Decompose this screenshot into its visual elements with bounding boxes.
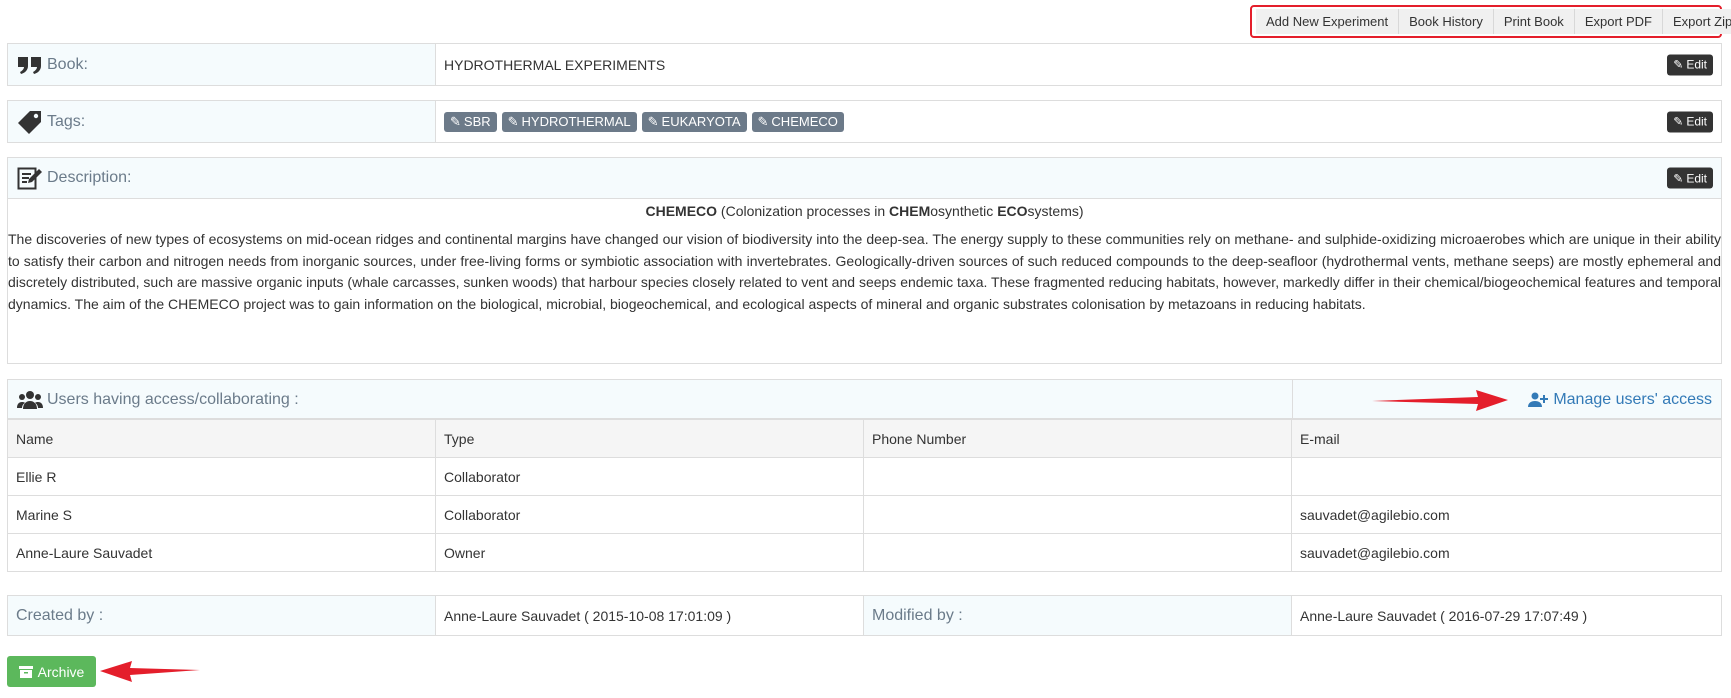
user-phone — [863, 495, 1292, 534]
user-name: Ellie R — [7, 457, 436, 496]
archive-label: Archive — [37, 663, 85, 680]
user-plus-icon — [1528, 392, 1549, 407]
tag-eukaryota[interactable]: ✎ EUKARYOTA — [641, 111, 747, 132]
tag-chemeco[interactable]: ✎ CHEMECO — [751, 111, 844, 132]
modified-by-value: Anne-Laure Sauvadet ( 2016-07-29 17:07:4… — [1300, 607, 1588, 624]
title-part: osynthetic — [930, 203, 998, 219]
tag-label: CHEMECO — [771, 114, 838, 129]
user-type: Owner — [435, 533, 864, 572]
manage-users-access-label: Manage users' access — [1553, 391, 1712, 408]
tag-icon-small: ✎ — [450, 113, 461, 129]
column-header-type: Type — [435, 419, 864, 458]
edit-book-label: Edit — [1686, 57, 1707, 72]
users-header-divider — [1292, 380, 1293, 418]
description-panel: Description: ✎ Edit CHEMECO (Colonizatio… — [7, 157, 1722, 364]
tags-value-cell: ✎ SBR ✎ HYDROTHERMAL ✎ EUKARYOTA ✎ CHEMECO ✎… — [436, 101, 1721, 142]
archive-icon — [18, 665, 33, 678]
user-email — [1291, 457, 1722, 496]
tag-label: EUKARYOTA — [661, 114, 741, 129]
title-part: ECO — [997, 203, 1028, 219]
tag-label: SBR — [463, 114, 491, 129]
title-part: systems) — [1027, 203, 1084, 219]
table-row: Ellie R Collaborator — [7, 457, 1722, 496]
title-part: CHEMECO — [645, 203, 718, 219]
column-header-email: E-mail — [1291, 419, 1722, 458]
manage-users-access-link[interactable]: Manage users' access — [1528, 380, 1712, 420]
description-body: CHEMECO (Colonization processes in CHEMo… — [8, 199, 1721, 363]
export-zip-button[interactable]: Export Zip — [1663, 9, 1731, 34]
red-arrow-annotation — [100, 661, 200, 682]
column-header-phone: Phone Number — [863, 419, 1292, 458]
title-part: CHEM — [889, 203, 931, 219]
created-by-label: Created by : — [8, 596, 436, 635]
tags-label-cell: Tags: — [8, 101, 436, 142]
user-phone — [863, 533, 1292, 572]
user-name: Anne-Laure Sauvadet — [7, 533, 436, 572]
book-title: HYDROTHERMAL EXPERIMENTS — [444, 56, 666, 73]
tag-icon-small: ✎ — [647, 113, 659, 129]
tag-icon-small: ✎ — [757, 113, 769, 129]
export-pdf-button[interactable]: Export PDF — [1574, 9, 1663, 34]
description-header: Description: ✎ Edit — [8, 158, 1721, 199]
users-label-wrap: Users having access/collaborating : — [17, 380, 299, 420]
pencil-icon: ✎ — [1673, 57, 1684, 72]
book-row: Book: HYDROTHERMAL EXPERIMENTS ✎ Edit — [7, 43, 1722, 86]
book-label-cell: Book: — [8, 44, 436, 85]
book-value-cell: HYDROTHERMAL EXPERIMENTS ✎ Edit — [436, 44, 1721, 85]
user-phone — [863, 457, 1292, 496]
tag-icon-small: ✎ — [507, 113, 519, 129]
users-label: Users having access/collaborating : — [47, 391, 299, 408]
print-book-button[interactable]: Print Book — [1493, 9, 1575, 34]
tag-label: HYDROTHERMAL — [521, 114, 631, 129]
edit-document-icon — [17, 167, 42, 190]
column-header-name: Name — [7, 419, 436, 458]
pencil-icon: ✎ — [1673, 171, 1684, 185]
title-part: (Colonization processes in — [717, 203, 890, 219]
table-row: Marine S Collaborator sauvadet@agilebio.… — [7, 495, 1722, 534]
red-arrow-annotation — [1372, 390, 1508, 411]
edit-tags-label: Edit — [1686, 114, 1707, 129]
user-type: Collaborator — [435, 457, 864, 496]
archive-button[interactable]: Archive — [7, 656, 96, 687]
description-label: Description: — [47, 169, 132, 186]
edit-book-button[interactable]: ✎ Edit — [1667, 54, 1713, 75]
table-header-row: Name Type Phone Number E-mail — [7, 419, 1722, 458]
tags-row: Tags: ✎ SBR ✎ HYDROTHERMAL ✎ EUKARYOTA ✎ CHE… — [7, 100, 1722, 143]
created-by-value: Anne-Laure Sauvadet ( 2015-10-08 17:01:0… — [436, 596, 864, 635]
users-table: Name Type Phone Number E-mail Ellie R Co… — [7, 419, 1722, 572]
tag-sbr[interactable]: ✎ SBR — [444, 111, 497, 132]
users-icon — [17, 391, 43, 409]
edit-tags-button[interactable]: ✎ Edit — [1667, 111, 1713, 132]
book-history-button[interactable]: Book History — [1399, 9, 1494, 34]
user-type: Collaborator — [435, 495, 864, 534]
modified-by-label: Modified by : — [864, 596, 1292, 635]
user-name: Marine S — [7, 495, 436, 534]
user-email: sauvadet@agilebio.com — [1291, 533, 1722, 572]
quote-icon — [18, 56, 41, 74]
tags-label: Tags: — [47, 112, 86, 130]
edit-description-button[interactable]: ✎ Edit — [1667, 167, 1713, 189]
meta-row: Created by : Anne-Laure Sauvadet ( 2015-… — [7, 595, 1722, 636]
description-text: The discoveries of new types of ecosyste… — [8, 231, 1721, 312]
table-row: Anne-Laure Sauvadet Owner sauvadet@agile… — [7, 533, 1722, 572]
pencil-icon: ✎ — [1673, 114, 1684, 129]
book-label: Book: — [47, 55, 88, 73]
description-title: CHEMECO (Colonization processes in CHEMo… — [8, 203, 1721, 219]
tag-hydrothermal[interactable]: ✎ HYDROTHERMAL — [501, 111, 637, 132]
tag-icon — [18, 110, 41, 134]
edit-description-label: Edit — [1686, 171, 1707, 185]
add-new-experiment-button[interactable]: Add New Experiment — [1256, 9, 1400, 34]
book-toolbar: Add New Experiment Book History Print Bo… — [1250, 5, 1731, 38]
user-email: sauvadet@agilebio.com — [1291, 495, 1722, 534]
